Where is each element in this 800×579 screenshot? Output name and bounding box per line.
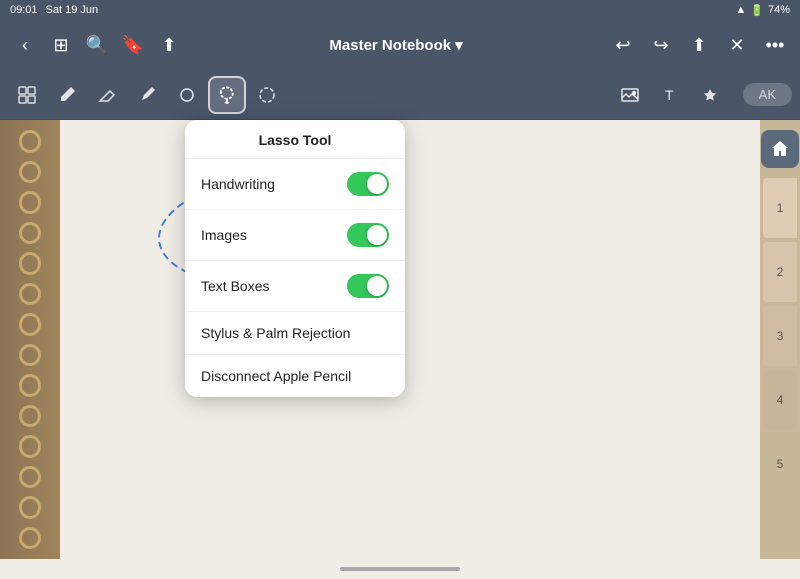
battery-icon: 🔋 [750, 4, 764, 17]
text-button[interactable]: T [651, 76, 689, 114]
redo-button[interactable]: ↪ [644, 28, 678, 62]
apps-button[interactable]: ⊞ [44, 28, 78, 62]
popup-title: Lasso Tool [185, 120, 405, 159]
undo-button[interactable]: ↩ [606, 28, 640, 62]
ring [19, 405, 41, 428]
tab-4[interactable]: 4 [763, 370, 797, 430]
image-button[interactable] [611, 76, 649, 114]
popup-row-disconnect[interactable]: Disconnect Apple Pencil [185, 355, 405, 397]
main-area: lasso 1 2 3 4 5 Lasso Tool Handwriti [0, 120, 800, 559]
ring [19, 313, 41, 336]
tabs-strip: 1 2 3 4 5 [760, 120, 800, 559]
notebook-spine [0, 120, 60, 559]
highlighter-button[interactable] [128, 76, 166, 114]
ring [19, 496, 41, 519]
disconnect-label: Disconnect Apple Pencil [201, 368, 351, 384]
popup-row-images: Images [185, 210, 405, 261]
toolbar: ‹ ⊞ 🔍 🔖 ⬆ Master Notebook ▾ ↩ ↪ ⬆ ✕ ••• [0, 20, 800, 70]
page-view-button[interactable] [8, 76, 46, 114]
home-indicator [340, 567, 460, 571]
popup-row-handwriting: Handwriting [185, 159, 405, 210]
ring [19, 283, 41, 306]
date: Sat 19 Jun [46, 4, 99, 16]
ring [19, 191, 41, 214]
ring [19, 252, 41, 275]
notebook-page: lasso [60, 120, 760, 559]
notebook-title[interactable]: Master Notebook ▾ [329, 36, 462, 54]
back-button[interactable]: ‹ [8, 28, 42, 62]
images-label: Images [201, 227, 247, 243]
stylus-label: Stylus & Palm Rejection [201, 325, 350, 341]
share-button[interactable]: ⬆ [152, 28, 186, 62]
popup-row-textboxes: Text Boxes [185, 261, 405, 312]
add-page-button[interactable]: ⬆ [682, 28, 716, 62]
status-bar: 09:01 Sat 19 Jun ▲ 🔋 74% [0, 0, 800, 20]
popup-row-stylus[interactable]: Stylus & Palm Rejection [185, 312, 405, 355]
eraser-button[interactable] [88, 76, 126, 114]
shapes-button[interactable] [168, 76, 206, 114]
ring [19, 161, 41, 184]
ring [19, 435, 41, 458]
tab-3[interactable]: 3 [763, 306, 797, 366]
ring [19, 130, 41, 153]
tab-5[interactable]: 5 [763, 434, 797, 494]
handwriting-toggle[interactable] [347, 172, 389, 196]
close-button[interactable]: ✕ [720, 28, 754, 62]
wifi-icon: ▲ [735, 4, 746, 16]
more-tools-button[interactable] [691, 76, 729, 114]
images-toggle[interactable] [347, 223, 389, 247]
tool-bar: T AK [0, 70, 800, 120]
bookmark-button[interactable]: 🔖 [116, 28, 150, 62]
lasso-button[interactable] [208, 76, 246, 114]
more-button[interactable]: ••• [758, 28, 792, 62]
handwriting-label: Handwriting [201, 176, 275, 192]
textboxes-label: Text Boxes [201, 278, 269, 294]
ring [19, 222, 41, 245]
ring [19, 527, 41, 550]
ring [19, 374, 41, 397]
bottom-bar [0, 559, 800, 579]
circle-tool-button[interactable] [248, 76, 286, 114]
pencil-button[interactable] [48, 76, 86, 114]
home-button[interactable] [761, 130, 799, 168]
time: 09:01 [10, 4, 38, 16]
ring [19, 466, 41, 489]
svg-text:T: T [665, 87, 674, 103]
textboxes-toggle[interactable] [347, 274, 389, 298]
tab-1[interactable]: 1 [763, 178, 797, 238]
battery-percent: 74% [768, 4, 790, 16]
ring [19, 344, 41, 367]
lasso-popup: Lasso Tool Handwriting Images Text Boxes… [185, 120, 405, 397]
search-pill[interactable]: AK [743, 83, 792, 106]
search-button[interactable]: 🔍 [80, 28, 114, 62]
tab-2[interactable]: 2 [763, 242, 797, 302]
